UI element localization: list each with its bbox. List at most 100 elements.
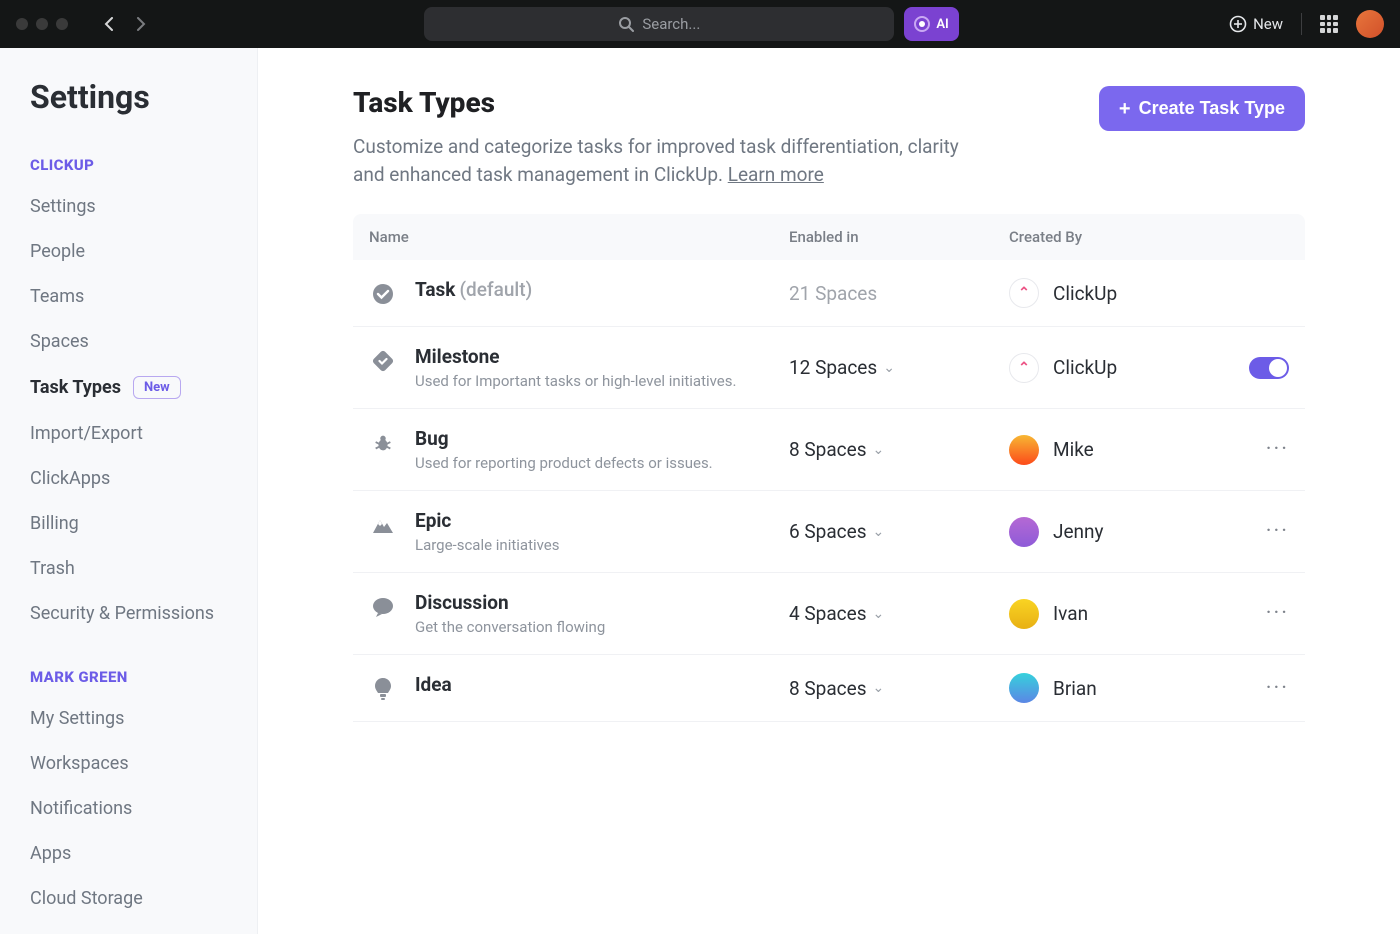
sidebar-item-teams[interactable]: Teams xyxy=(30,286,227,307)
task-type-name: Idea xyxy=(415,673,452,696)
sidebar-item-people[interactable]: People xyxy=(30,241,227,262)
close-window-icon[interactable] xyxy=(16,18,28,30)
apps-menu-button[interactable] xyxy=(1320,15,1338,33)
sidebar-item-billing[interactable]: Billing xyxy=(30,513,227,534)
sidebar-item-notifications[interactable]: Notifications xyxy=(30,798,227,819)
ai-label: AI xyxy=(936,17,948,32)
page-description: Customize and categorize tasks for impro… xyxy=(353,133,993,188)
enabled-in-cell: 21 Spaces xyxy=(789,282,1009,305)
sidebar-heading: Settings xyxy=(30,78,227,116)
divider xyxy=(1301,13,1302,35)
more-actions-button[interactable]: ··· xyxy=(1266,676,1289,701)
sidebar-item-label: Security & Permissions xyxy=(30,603,214,624)
table-row: Bug Used for reporting product defects o… xyxy=(353,409,1305,491)
enabled-count: 6 Spaces xyxy=(789,520,867,543)
lightbulb-icon xyxy=(369,675,397,703)
plus-icon: + xyxy=(1119,99,1131,119)
created-by-cell: ⌃ ClickUp xyxy=(1009,278,1219,308)
enabled-in-dropdown[interactable]: 12 Spaces ⌄ xyxy=(789,356,1009,379)
sidebar-item-label: Trash xyxy=(30,558,75,579)
col-name: Name xyxy=(369,228,789,246)
sidebar-item-security[interactable]: Security & Permissions xyxy=(30,603,227,624)
create-button-label: Create Task Type xyxy=(1139,98,1285,119)
creator-name: ClickUp xyxy=(1053,282,1117,305)
nav-forward-button[interactable] xyxy=(128,11,154,37)
chevron-down-icon: ⌄ xyxy=(873,524,885,540)
sidebar-item-label: Settings xyxy=(30,196,96,217)
sidebar-item-label: Import/Export xyxy=(30,423,143,444)
created-by-cell: Jenny xyxy=(1009,517,1219,547)
chevron-down-icon: ⌄ xyxy=(883,360,895,376)
new-label: New xyxy=(1253,15,1283,33)
more-actions-button[interactable]: ··· xyxy=(1266,601,1289,626)
nav-back-button[interactable] xyxy=(96,11,122,37)
sidebar-item-spaces[interactable]: Spaces xyxy=(30,331,227,352)
enable-toggle[interactable] xyxy=(1249,357,1289,379)
sidebar-item-label: Notifications xyxy=(30,798,132,819)
window-controls xyxy=(16,18,68,30)
sidebar-item-label: ClickApps xyxy=(30,468,110,489)
sidebar-item-label: Spaces xyxy=(30,331,89,352)
sidebar-item-label: Cloud Storage xyxy=(30,888,143,909)
sidebar-item-my-settings[interactable]: My Settings xyxy=(30,708,227,729)
new-badge: New xyxy=(133,376,181,399)
sidebar-item-label: People xyxy=(30,241,85,262)
learn-more-link[interactable]: Learn more xyxy=(728,163,824,186)
sidebar-item-clickapps[interactable]: ClickApps xyxy=(30,468,227,489)
enabled-in-dropdown[interactable]: 6 Spaces ⌄ xyxy=(789,520,1009,543)
sidebar-item-import-export[interactable]: Import/Export xyxy=(30,423,227,444)
sidebar-item-label: Apps xyxy=(30,843,71,864)
enabled-in-dropdown[interactable]: 8 Spaces ⌄ xyxy=(789,677,1009,700)
search-icon xyxy=(618,16,634,32)
task-type-name: Epic xyxy=(415,509,560,532)
new-button[interactable]: New xyxy=(1229,15,1283,33)
table-row: Epic Large-scale initiatives 6 Spaces ⌄ … xyxy=(353,491,1305,573)
task-type-name: Task xyxy=(415,278,455,301)
more-actions-button[interactable]: ··· xyxy=(1266,519,1289,544)
task-type-default: (default) xyxy=(459,278,532,301)
creator-name: Jenny xyxy=(1053,520,1104,543)
search-input[interactable]: Search... xyxy=(424,7,894,41)
sidebar-item-label: Billing xyxy=(30,513,79,534)
enabled-in-dropdown[interactable]: 4 Spaces ⌄ xyxy=(789,602,1009,625)
sidebar-item-label: My Settings xyxy=(30,708,124,729)
create-task-type-button[interactable]: + Create Task Type xyxy=(1099,86,1305,131)
task-type-name: Bug xyxy=(415,427,713,450)
chevron-down-icon: ⌄ xyxy=(873,606,885,622)
sidebar-item-settings[interactable]: Settings xyxy=(30,196,227,217)
page-title: Task Types xyxy=(353,86,993,119)
user-avatar-icon xyxy=(1009,599,1039,629)
table-header: Name Enabled in Created By xyxy=(353,214,1305,260)
nav-arrows xyxy=(96,11,154,37)
diamond-check-icon xyxy=(369,347,397,375)
user-avatar-icon xyxy=(1009,673,1039,703)
minimize-window-icon[interactable] xyxy=(36,18,48,30)
sidebar-item-apps[interactable]: Apps xyxy=(30,843,227,864)
search-placeholder: Search... xyxy=(642,15,700,33)
task-type-name: Discussion xyxy=(415,591,605,614)
enabled-count: 12 Spaces xyxy=(789,356,877,379)
enabled-count: 8 Spaces xyxy=(789,438,867,461)
ai-button[interactable]: AI xyxy=(904,7,958,41)
task-type-description: Used for reporting product defects or is… xyxy=(415,454,713,472)
created-by-cell: Brian xyxy=(1009,673,1219,703)
clickup-logo-icon: ⌃ xyxy=(1009,353,1039,383)
sidebar-item-cloud-storage[interactable]: Cloud Storage xyxy=(30,888,227,909)
more-actions-button[interactable]: ··· xyxy=(1266,437,1289,462)
enabled-in-dropdown[interactable]: 8 Spaces ⌄ xyxy=(789,438,1009,461)
sidebar-item-task-types[interactable]: Task Types New xyxy=(30,376,227,399)
task-type-description: Large-scale initiatives xyxy=(415,536,560,554)
enabled-count: 21 Spaces xyxy=(789,282,877,305)
sidebar-section-user: MARK GREEN xyxy=(30,668,227,686)
created-by-cell: Ivan xyxy=(1009,599,1219,629)
maximize-window-icon[interactable] xyxy=(56,18,68,30)
col-created-by: Created By xyxy=(1009,228,1219,246)
sidebar-item-workspaces[interactable]: Workspaces xyxy=(30,753,227,774)
chevron-down-icon: ⌄ xyxy=(873,442,885,458)
table-row: Milestone Used for Important tasks or hi… xyxy=(353,327,1305,409)
creator-name: Mike xyxy=(1053,438,1094,461)
sidebar-item-trash[interactable]: Trash xyxy=(30,558,227,579)
user-avatar[interactable] xyxy=(1356,10,1384,38)
creator-name: ClickUp xyxy=(1053,356,1117,379)
created-by-cell: ⌃ ClickUp xyxy=(1009,353,1219,383)
